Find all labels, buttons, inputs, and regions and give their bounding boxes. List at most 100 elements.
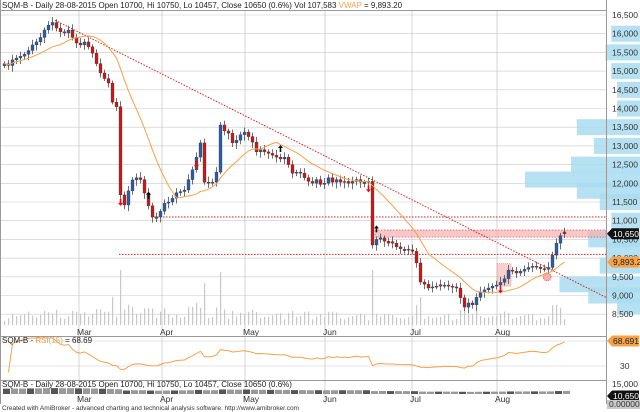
- candle-up: [550, 254, 555, 268]
- volume-bar: [280, 313, 282, 325]
- volume-bar: [244, 314, 246, 325]
- volume-bar: [20, 315, 22, 325]
- volume-bar: [468, 313, 470, 325]
- overview-bar: [499, 391, 506, 394]
- candle-up: [82, 41, 87, 46]
- overview-bar: [91, 388, 98, 394]
- overview-bar: [59, 388, 66, 394]
- volume-bar: [124, 309, 126, 325]
- y-tick-label: 14,000: [612, 104, 638, 114]
- candle-up: [154, 216, 159, 219]
- candle-up: [182, 189, 187, 192]
- candle-down: [274, 155, 279, 158]
- volume-bar: [132, 306, 134, 325]
- volume-bar: [284, 319, 286, 325]
- volume-bar: [200, 307, 202, 325]
- volume-bar: [336, 312, 338, 325]
- volume-bar: [4, 321, 6, 325]
- volume-bar: [24, 314, 26, 325]
- volume-bar: [316, 316, 318, 325]
- volume-bar: [392, 315, 394, 325]
- volume-bar: [504, 311, 506, 325]
- volume-bar: [184, 316, 186, 325]
- volume-bar: [56, 309, 58, 325]
- overview-bar: [27, 388, 34, 394]
- candle-down: [426, 284, 431, 289]
- volume-bar: [548, 316, 550, 325]
- volume-bar: [248, 311, 250, 325]
- volume-bar: [560, 308, 562, 325]
- candle-up: [530, 266, 535, 268]
- overview-month-label: Jul: [410, 394, 421, 404]
- volume-bar: [152, 308, 154, 325]
- candle-down: [538, 266, 543, 269]
- overview-bar: [3, 388, 10, 394]
- candle-down: [510, 269, 515, 272]
- volume-bar: [420, 297, 422, 325]
- volume-bar: [372, 270, 374, 325]
- candle-up: [294, 171, 299, 174]
- volume-bar: [452, 320, 454, 325]
- volume-bar: [408, 317, 410, 325]
- volume-bar: [396, 317, 398, 325]
- volume-bar: [472, 314, 474, 325]
- volume-bar: [456, 318, 458, 325]
- overview-bar: [547, 391, 554, 394]
- overview-bar: [555, 391, 562, 394]
- volume-bar: [328, 311, 330, 325]
- vwap-value: = 9,893.20: [364, 1, 403, 10]
- overview-bar: [251, 389, 258, 394]
- candle-up: [494, 284, 499, 287]
- candle-up: [466, 302, 471, 308]
- volume-bar: [508, 312, 510, 325]
- candle-up: [242, 131, 247, 135]
- overview-bar: [307, 390, 314, 394]
- overview-bar: [171, 390, 178, 394]
- overview-bar: [539, 391, 546, 394]
- overview-bar: [43, 388, 50, 394]
- candle-up: [210, 182, 215, 184]
- candle-down: [450, 285, 455, 288]
- candle-down: [290, 164, 295, 174]
- y-tick-label: 13,000: [612, 141, 638, 151]
- candle-down: [406, 248, 411, 251]
- volume-bar: [552, 305, 554, 325]
- overview-bar: [155, 390, 162, 394]
- candle-down: [118, 106, 123, 196]
- y-tick-label: 16,500: [612, 10, 638, 20]
- candle-up: [134, 177, 139, 181]
- y-tick-label: 9,500: [612, 272, 634, 282]
- candle-down: [514, 271, 519, 274]
- overview-bar: [419, 391, 426, 394]
- candle-down: [370, 181, 375, 246]
- volume-bar: [264, 316, 266, 325]
- candle-up: [518, 271, 523, 274]
- volume-bar: [216, 307, 218, 325]
- candle-down: [90, 46, 95, 54]
- volume-bar: [432, 317, 434, 325]
- candle-up: [170, 198, 175, 203]
- candle-up: [434, 285, 439, 288]
- volume-bar: [332, 311, 334, 325]
- month-label: Apr: [160, 327, 173, 337]
- volume-bar: [380, 316, 382, 325]
- y-tick-label: 11,000: [612, 216, 638, 226]
- candle-down: [54, 22, 59, 29]
- overview-bar: [363, 390, 370, 394]
- overview-bar: [211, 390, 218, 394]
- volume-bar: [496, 315, 498, 325]
- overview-bar: [99, 388, 106, 394]
- candle-down: [58, 27, 63, 32]
- candle-down: [78, 42, 83, 46]
- overview-bar: [123, 390, 130, 394]
- volume-bar: [260, 317, 262, 325]
- overview-bar: [283, 389, 290, 394]
- volume-bar: [28, 311, 30, 325]
- overview-bar: [139, 390, 146, 394]
- overview-bar: [515, 391, 522, 394]
- candle-down: [562, 231, 567, 234]
- overview-bar: [11, 388, 18, 394]
- overview-bar: [467, 391, 474, 394]
- candle-down: [398, 246, 403, 249]
- price-chart[interactable]: MarMarAprAprMayMayJunJunJulJulAugAug 8,5…: [0, 0, 640, 412]
